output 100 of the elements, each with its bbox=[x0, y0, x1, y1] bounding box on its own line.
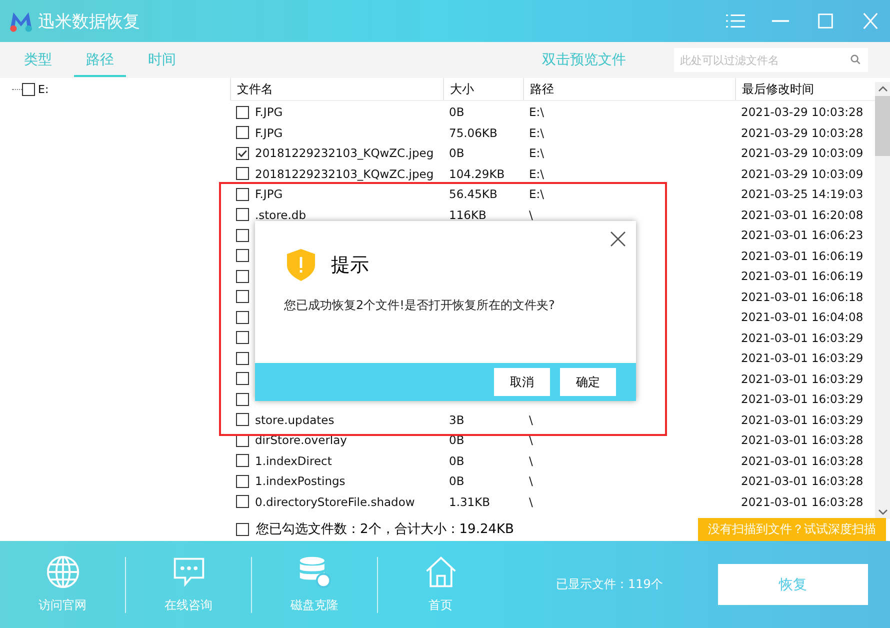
dialog-button[interactable]: 取消 bbox=[494, 368, 550, 396]
table-cell: 0B bbox=[449, 146, 464, 160]
database-icon bbox=[298, 555, 332, 589]
checkbox[interactable] bbox=[236, 126, 249, 140]
table-cell: 20181229232103_KQwZC.jpeg bbox=[255, 146, 434, 160]
home-icon bbox=[424, 555, 458, 589]
table-cell: F.JPG bbox=[255, 187, 283, 202]
table-cell: 2021-03-01 16:03:29 bbox=[741, 351, 864, 366]
table-cell: \ bbox=[529, 474, 533, 488]
table-cell: .store.db bbox=[255, 208, 306, 222]
table-cell: E:\ bbox=[529, 146, 544, 160]
table-cell: 0.directoryStoreFile.shadow bbox=[255, 494, 415, 509]
nav-button[interactable]: 首页 bbox=[378, 554, 503, 615]
deep-scan-button[interactable]: 没有扫描到文件？试试深度扫描 bbox=[698, 518, 886, 540]
table-cell: store.updates bbox=[255, 412, 334, 427]
table-cell: 104.29KB bbox=[449, 166, 505, 181]
table-cell: 2021-03-29 10:03:28 bbox=[741, 126, 864, 140]
checkbox[interactable] bbox=[236, 188, 249, 201]
table-cell: 20181229232103_KQwZC.jpeg bbox=[255, 166, 434, 181]
table-cell: 2021-03-01 16:03:28 bbox=[741, 494, 864, 509]
table-cell: 2021-03-01 16:03:28 bbox=[741, 433, 864, 448]
checkbox[interactable] bbox=[236, 331, 249, 344]
checkbox[interactable] bbox=[236, 495, 249, 508]
table-cell: 2021-03-01 16:06:19 bbox=[741, 248, 864, 263]
table-cell: \ bbox=[529, 454, 533, 468]
table-cell: \ bbox=[529, 412, 533, 427]
selection-summary: 您已勾选文件数：2个，合计大小：19.24KB bbox=[256, 521, 514, 538]
scroll-thumb[interactable] bbox=[875, 96, 890, 156]
tab[interactable]: 路径 bbox=[74, 44, 126, 76]
tab[interactable]: 时间 bbox=[136, 44, 188, 76]
table-cell: 2021-03-01 16:06:18 bbox=[741, 290, 864, 304]
column-header[interactable]: 文件名 bbox=[230, 78, 443, 100]
checkbox[interactable] bbox=[236, 290, 249, 304]
table-cell: 2021-03-01 16:03:29 bbox=[741, 412, 864, 427]
table-cell: 2021-03-25 14:19:03 bbox=[741, 187, 864, 202]
checkbox[interactable] bbox=[236, 228, 249, 242]
table-cell: 2021-03-01 16:06:19 bbox=[741, 269, 864, 284]
table-cell: 2021-03-01 16:20:08 bbox=[741, 208, 864, 222]
scroll-up-icon[interactable] bbox=[878, 86, 888, 92]
table-cell: 3B bbox=[449, 412, 464, 427]
table-cell: 1.31KB bbox=[449, 494, 490, 509]
chat-icon bbox=[172, 555, 206, 589]
table-cell: E:\ bbox=[529, 187, 544, 202]
column-header[interactable]: 路径 bbox=[523, 78, 735, 100]
checkbox[interactable] bbox=[236, 270, 249, 283]
checkbox[interactable] bbox=[236, 208, 249, 222]
checkbox[interactable] bbox=[236, 249, 249, 262]
search-icon[interactable] bbox=[850, 54, 861, 65]
table-cell: \ bbox=[529, 494, 533, 509]
warning-shield-icon bbox=[287, 249, 315, 281]
checkbox[interactable] bbox=[236, 372, 249, 386]
file-count: 已显示文件：119个 bbox=[556, 576, 663, 593]
table-cell: 116KB bbox=[449, 208, 486, 222]
recover-button[interactable]: 恢复 bbox=[718, 564, 868, 605]
checkbox[interactable] bbox=[236, 522, 249, 536]
table-cell: 2021-03-01 16:06:23 bbox=[741, 228, 864, 242]
checkbox[interactable] bbox=[22, 82, 35, 96]
table-cell: F.JPG bbox=[255, 105, 283, 120]
table-cell: 2021-03-01 16:04:08 bbox=[741, 310, 864, 324]
scroll-down-icon[interactable] bbox=[878, 509, 888, 515]
table-cell: E:\ bbox=[529, 126, 544, 140]
tab[interactable]: 类型 bbox=[12, 44, 64, 76]
checkbox[interactable] bbox=[236, 413, 249, 426]
dialog-button[interactable]: 确定 bbox=[560, 368, 616, 396]
globe-icon bbox=[46, 555, 80, 589]
checkbox[interactable] bbox=[236, 167, 249, 180]
preview-hint: 双击预览文件 bbox=[542, 51, 626, 69]
table-cell: 0B bbox=[449, 474, 464, 488]
table-cell: 2021-03-01 16:03:29 bbox=[741, 372, 864, 386]
table-cell: E:\ bbox=[529, 105, 544, 120]
checkbox[interactable] bbox=[236, 106, 249, 119]
checkbox[interactable] bbox=[236, 454, 249, 468]
scrollbar[interactable] bbox=[875, 82, 890, 519]
nav-button[interactable]: 在线咨询 bbox=[126, 554, 251, 615]
table-cell: dirStore.overlay bbox=[255, 433, 347, 448]
table-cell: 56.45KB bbox=[449, 187, 498, 202]
nav-button[interactable]: 访问官网 bbox=[0, 554, 125, 615]
table-cell: 1.indexDirect bbox=[255, 454, 332, 468]
table-cell: 75.06KB bbox=[449, 126, 498, 140]
table-cell: 2021-03-01 16:03:29 bbox=[741, 392, 864, 406]
table-cell: 2021-03-01 16:03:29 bbox=[741, 330, 864, 345]
filter-field[interactable]: 此处可以过滤文件名 bbox=[674, 48, 868, 72]
table-cell: 1.indexPostings bbox=[255, 474, 346, 488]
nav-button[interactable]: 磁盘克隆 bbox=[252, 554, 377, 615]
table-cell: 2021-03-01 16:03:28 bbox=[741, 474, 864, 488]
close-icon[interactable] bbox=[610, 231, 626, 247]
window-title: 迅米数据恢复 bbox=[38, 10, 140, 32]
table-cell: \ bbox=[529, 208, 533, 222]
checkbox[interactable] bbox=[236, 310, 249, 324]
table-cell: E:\ bbox=[529, 166, 544, 181]
table-cell: 2021-03-29 10:03:09 bbox=[741, 146, 864, 160]
tree-item[interactable]: E: bbox=[38, 82, 49, 96]
table-cell: 2021-03-29 10:03:09 bbox=[741, 166, 864, 181]
checkbox[interactable] bbox=[236, 352, 249, 365]
checkbox[interactable] bbox=[236, 146, 249, 160]
checkbox[interactable] bbox=[236, 474, 249, 488]
column-header[interactable]: 大小 bbox=[443, 78, 523, 100]
table-cell: 0B bbox=[449, 454, 464, 468]
dialog-message: 您已成功恢复2个文件!是否打开恢复所在的文件夹? bbox=[284, 297, 556, 314]
checkbox[interactable] bbox=[236, 392, 249, 406]
